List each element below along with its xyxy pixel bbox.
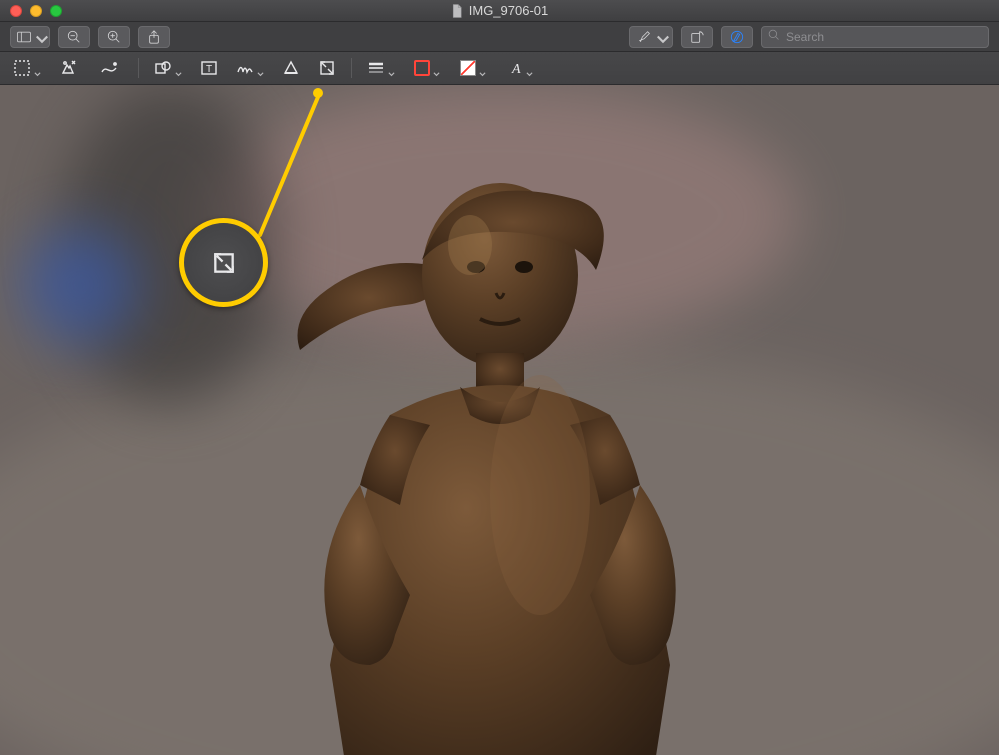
font-style-button[interactable]: A bbox=[502, 57, 536, 79]
chevron-down-icon bbox=[257, 65, 264, 72]
share-button[interactable] bbox=[138, 26, 170, 48]
chevron-down-icon bbox=[656, 33, 664, 41]
svg-text:A: A bbox=[511, 62, 521, 77]
window-controls bbox=[0, 5, 62, 17]
annotation-highlight-circle bbox=[179, 218, 268, 307]
image-subject bbox=[200, 85, 800, 755]
toolbar-separator bbox=[351, 58, 352, 78]
markup-toggle-button[interactable] bbox=[721, 26, 753, 48]
draw-tool-button[interactable] bbox=[92, 57, 126, 79]
close-window-button[interactable] bbox=[10, 5, 22, 17]
fullscreen-window-button[interactable] bbox=[50, 5, 62, 17]
stroke-color-swatch bbox=[414, 60, 430, 76]
adjust-size-button[interactable] bbox=[315, 57, 339, 79]
svg-text:T: T bbox=[206, 64, 212, 75]
line-style-button[interactable] bbox=[364, 57, 398, 79]
search-input[interactable] bbox=[786, 30, 982, 44]
chevron-down-icon bbox=[433, 65, 440, 72]
main-toolbar bbox=[0, 22, 999, 52]
shapes-button[interactable] bbox=[151, 57, 185, 79]
markup-toolbar: T A bbox=[0, 52, 999, 85]
instant-alpha-button[interactable] bbox=[56, 57, 80, 79]
chevron-down-icon bbox=[526, 65, 533, 72]
chevron-down-icon bbox=[388, 65, 395, 72]
search-field[interactable] bbox=[761, 26, 989, 48]
chevron-down-icon bbox=[35, 33, 43, 41]
fill-color-swatch bbox=[460, 60, 476, 76]
highlight-button[interactable] bbox=[629, 26, 673, 48]
chevron-down-icon bbox=[34, 65, 41, 72]
background-region bbox=[20, 225, 140, 345]
selection-tool-button[interactable] bbox=[10, 57, 44, 79]
rotate-button[interactable] bbox=[681, 26, 713, 48]
minimize-window-button[interactable] bbox=[30, 5, 42, 17]
text-tool-button[interactable]: T bbox=[197, 57, 221, 79]
image-canvas[interactable] bbox=[0, 85, 999, 755]
toolbar-separator bbox=[138, 58, 139, 78]
chevron-down-icon bbox=[479, 65, 486, 72]
zoom-out-button[interactable] bbox=[58, 26, 90, 48]
stroke-color-button[interactable] bbox=[410, 57, 444, 79]
zoom-in-button[interactable] bbox=[98, 26, 130, 48]
adjust-size-icon bbox=[211, 250, 237, 276]
document-icon bbox=[451, 4, 463, 18]
search-icon bbox=[768, 28, 780, 46]
adjust-color-button[interactable] bbox=[279, 57, 303, 79]
sign-button[interactable] bbox=[233, 57, 267, 79]
chevron-down-icon bbox=[175, 65, 182, 72]
fill-color-button[interactable] bbox=[456, 57, 490, 79]
sidebar-toggle-button[interactable] bbox=[10, 26, 50, 48]
window-titlebar: IMG_9706-01 bbox=[0, 0, 999, 22]
window-title: IMG_9706-01 bbox=[451, 3, 549, 18]
window-title-text: IMG_9706-01 bbox=[469, 3, 549, 18]
